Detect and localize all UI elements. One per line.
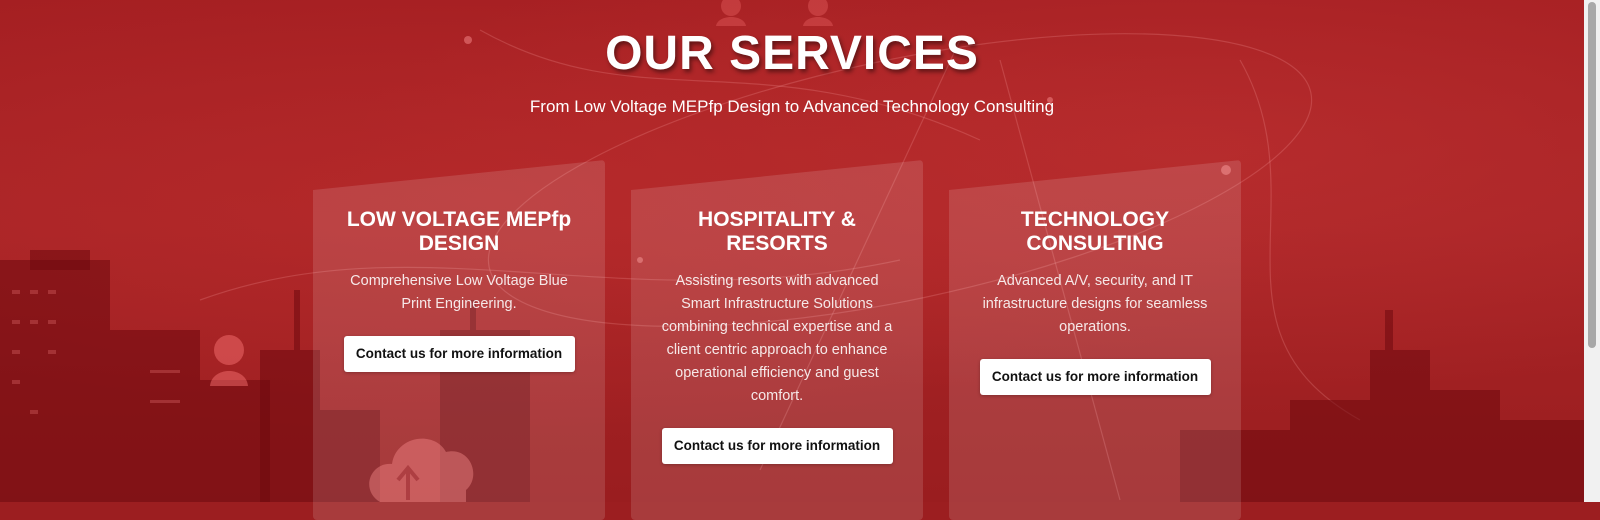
contact-button[interactable]: Contact us for more information — [979, 359, 1211, 395]
card-title: LOW VOLTAGE MEPfp DESIGN — [346, 208, 572, 255]
service-card-hospitality: HOSPITALITY & RESORTS Assisting resorts … — [631, 160, 923, 520]
service-card-technology: TECHNOLOGY CONSULTING Advanced A/V, secu… — [949, 160, 1241, 520]
contact-button[interactable]: Contact us for more information — [343, 336, 575, 372]
page-title: OUR SERVICES — [605, 27, 979, 80]
card-description: Advanced A/V, security, and IT infrastru… — [982, 273, 1208, 335]
card-title: HOSPITALITY & RESORTS — [698, 208, 856, 255]
scrollbar-thumb[interactable] — [1588, 2, 1596, 348]
service-card-low-voltage: LOW VOLTAGE MEPfp DESIGN Comprehensive L… — [313, 160, 605, 520]
contact-button[interactable]: Contact us for more information — [661, 428, 893, 464]
page-subtitle: From Low Voltage MEPfp Design to Advance… — [529, 97, 1055, 116]
card-description: Comprehensive Low Voltage Blue Print Eng… — [350, 273, 568, 312]
vertical-scrollbar[interactable] — [1584, 0, 1600, 502]
user-icon — [210, 335, 248, 386]
card-title: TECHNOLOGY CONSULTING — [1020, 208, 1170, 255]
card-description: Assisting resorts with advanced Smart In… — [661, 273, 893, 404]
